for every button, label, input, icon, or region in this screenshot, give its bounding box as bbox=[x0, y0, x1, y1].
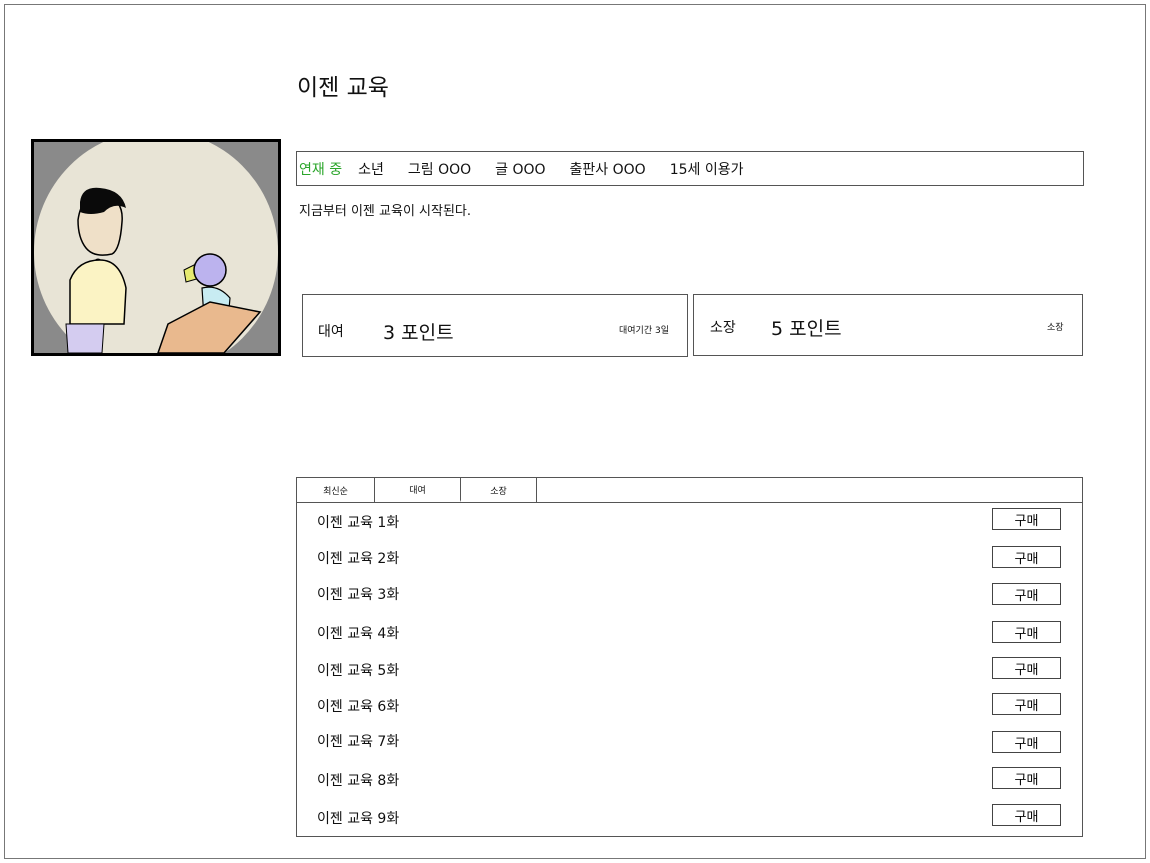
episode-title: 이젠 교육 6화 bbox=[317, 699, 400, 715]
age-rating-label: 15세 이용가 bbox=[669, 161, 744, 178]
illustrator-label: 그림 OOO bbox=[407, 161, 472, 178]
page-title: 이젠 교육 bbox=[297, 75, 389, 101]
episode-title: 이젠 교육 7화 bbox=[317, 734, 400, 750]
rent-label: 대여 bbox=[318, 324, 344, 340]
buy-button[interactable]: 구매 bbox=[992, 767, 1061, 789]
tab-rent[interactable]: 대여 bbox=[375, 478, 461, 502]
genre-label: 소년 bbox=[358, 161, 384, 178]
publisher-label: 출판사 OOO bbox=[569, 161, 646, 178]
tab-own[interactable]: 소장 bbox=[461, 478, 537, 502]
rent-points: 3 포인트 bbox=[383, 322, 454, 344]
episode-title: 이젠 교육 9화 bbox=[317, 811, 400, 827]
tab-latest[interactable]: 최신순 bbox=[297, 478, 375, 502]
buy-button[interactable]: 구매 bbox=[992, 657, 1061, 679]
own-option[interactable]: 소장 5 포인트 소장 bbox=[693, 294, 1083, 356]
status-badge: 연재 중 bbox=[299, 161, 343, 178]
cover-illustration bbox=[34, 142, 278, 353]
episode-tabs: 최신순 대여 소장 bbox=[296, 477, 1083, 503]
description: 지금부터 이젠 교육이 시작된다. bbox=[299, 204, 472, 219]
rent-period-note: 대여기간 3일 bbox=[619, 326, 669, 336]
episode-title: 이젠 교육 8화 bbox=[317, 773, 400, 789]
episode-title: 이젠 교육 4화 bbox=[317, 626, 400, 642]
buy-button[interactable]: 구매 bbox=[992, 731, 1061, 753]
episode-title: 이젠 교육 3화 bbox=[317, 587, 400, 603]
episode-title: 이젠 교육 1화 bbox=[317, 515, 400, 531]
rent-option[interactable]: 대여 3 포인트 대여기간 3일 bbox=[302, 294, 688, 357]
meta-bar: 연재 중 소년 그림 OOO 글 OOO 출판사 OOO 15세 이용가 bbox=[296, 151, 1084, 186]
buy-button[interactable]: 구매 bbox=[992, 583, 1061, 605]
buy-button[interactable]: 구매 bbox=[992, 804, 1061, 826]
episode-title: 이젠 교육 5화 bbox=[317, 663, 400, 679]
episode-list: 이젠 교육 1화 구매 이젠 교육 2화 구매 이젠 교육 3화 구매 이젠 교… bbox=[296, 502, 1083, 837]
own-note: 소장 bbox=[1047, 323, 1064, 333]
buy-button[interactable]: 구매 bbox=[992, 508, 1061, 530]
writer-label: 글 OOO bbox=[495, 161, 546, 178]
cover-image[interactable] bbox=[31, 139, 281, 356]
buy-button[interactable]: 구매 bbox=[992, 621, 1061, 643]
own-label: 소장 bbox=[710, 320, 736, 336]
episode-title: 이젠 교육 2화 bbox=[317, 551, 400, 567]
own-points: 5 포인트 bbox=[771, 318, 842, 340]
buy-button[interactable]: 구매 bbox=[992, 693, 1061, 715]
buy-button[interactable]: 구매 bbox=[992, 546, 1061, 568]
